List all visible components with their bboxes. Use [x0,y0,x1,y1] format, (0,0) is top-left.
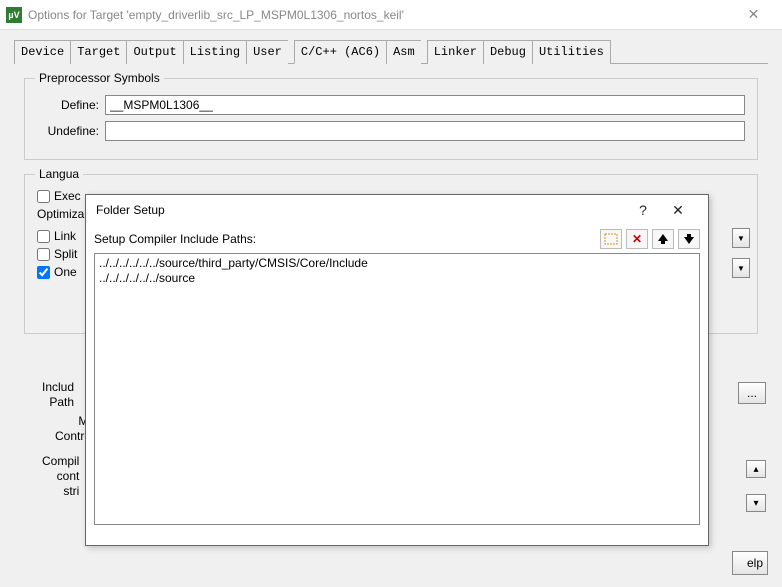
group-legend-lang: Langua [35,167,83,181]
new-path-button[interactable] [600,229,622,249]
tab-user[interactable]: User [246,40,288,64]
tab-asm[interactable]: Asm [386,40,421,64]
group-legend: Preprocessor Symbols [35,71,164,85]
delete-path-button[interactable]: ✕ [626,229,648,249]
tab-device[interactable]: Device [14,40,70,64]
link-label: Link [54,229,76,243]
include-browse-button[interactable]: ... [738,382,766,404]
arrow-down-icon [683,233,695,245]
list-item[interactable]: ../../../../../../source/third_party/CMS… [97,256,697,271]
include-paths-list[interactable]: ../../../../../../source/third_party/CMS… [94,253,700,525]
arrow-up-icon [657,233,669,245]
move-down-button[interactable] [678,229,700,249]
scroll-down-button[interactable]: ▾ [746,494,766,512]
split-label: Split [54,247,77,261]
group-preprocessor: Preprocessor Symbols Define: Undefine: [24,78,758,160]
tab-utilities[interactable]: Utilities [532,40,611,64]
define-label: Define: [37,98,105,112]
toolbar-label: Setup Compiler Include Paths: [94,232,596,246]
split-checkbox[interactable] [37,248,50,261]
new-icon [604,233,618,245]
undefine-label: Undefine: [37,124,105,138]
tab-c-cpp[interactable]: C/C++ (AC6) [294,40,386,64]
tabs: Device Target Output Listing User C/C++ … [14,40,768,64]
move-up-button[interactable] [652,229,674,249]
link-checkbox[interactable] [37,230,50,243]
optim-label: Optimiza [37,207,84,221]
dialog-help-button[interactable]: ? [628,202,658,218]
one-checkbox[interactable] [37,266,50,279]
undefine-input[interactable] [105,121,745,141]
define-input[interactable] [105,95,745,115]
tab-listing[interactable]: Listing [183,40,246,64]
tab-linker[interactable]: Linker [427,40,483,64]
tab-target[interactable]: Target [70,40,126,64]
dialog-close-button[interactable]: ✕ [658,202,698,219]
window-close-button[interactable]: ✕ [731,0,776,30]
exec-label: Exec [54,189,81,203]
folder-setup-dialog: Folder Setup ? ✕ Setup Compiler Include … [85,194,709,546]
include-path-labels: Includ Path [42,380,74,410]
window-title: Options for Target 'empty_driverlib_src_… [28,8,731,22]
app-icon: µV [6,7,22,23]
compiler-control-labels: Compil cont stri [42,454,79,499]
dropdown-arrow-2[interactable]: ▼ [732,258,750,278]
list-item[interactable]: ../../../../../../source [97,271,697,286]
dialog-title: Folder Setup [96,203,628,217]
one-label: One [54,265,77,279]
tab-output[interactable]: Output [126,40,182,64]
scroll-up-button[interactable]: ▴ [746,460,766,478]
exec-checkbox[interactable] [37,190,50,203]
tab-debug[interactable]: Debug [483,40,532,64]
dropdown-arrow-1[interactable]: ▼ [732,228,750,248]
help-button-fragment[interactable]: elp [732,551,768,575]
